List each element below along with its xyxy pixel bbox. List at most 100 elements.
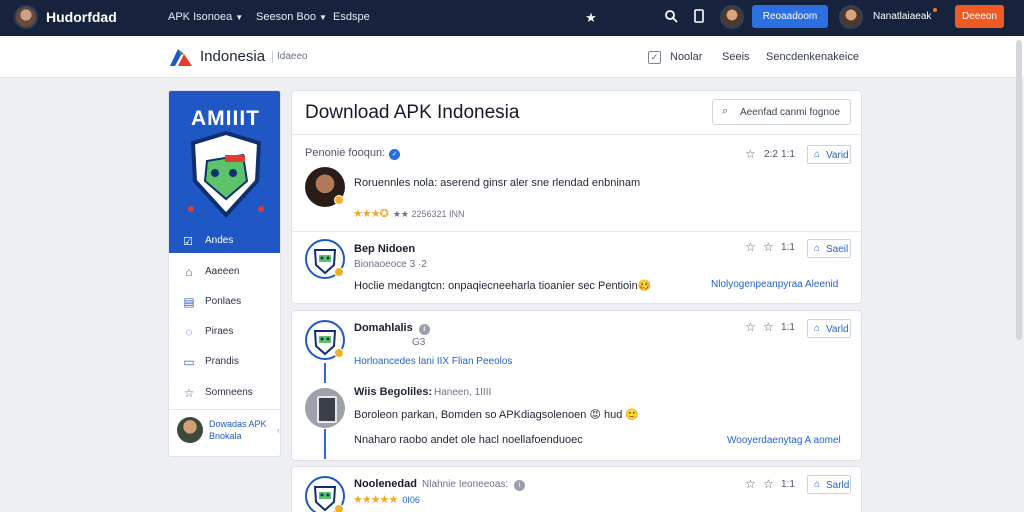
scrollbar[interactable] xyxy=(1016,40,1022,340)
post-subtitle: Bionaoeoce 3 ·2 xyxy=(354,259,427,270)
info-icon: i xyxy=(418,324,430,335)
section-label-text: Penonie fooqun: xyxy=(305,147,386,159)
action-button[interactable]: ⌂ Varld xyxy=(807,319,851,338)
like-count: 1:1 xyxy=(781,242,795,253)
chevron-down-icon: ▼ xyxy=(318,13,327,22)
checkbox-icon[interactable]: ✓ xyxy=(648,51,661,64)
chevron-down-icon: ▼ xyxy=(235,13,244,22)
reply-author[interactable]: Wiis Begoliles: xyxy=(354,386,432,398)
sidebar-item-2[interactable]: ▤ Ponlaes xyxy=(169,289,280,315)
app-brand[interactable]: Hudorfdad xyxy=(46,9,117,25)
action-button[interactable]: ⌂ Saeil xyxy=(807,239,851,258)
primary-button[interactable]: Reoaadoom xyxy=(752,5,828,28)
star-outline-icon[interactable]: ☆ xyxy=(745,477,756,491)
search-placeholder: Aeenfad canmi fognoe xyxy=(740,107,841,118)
sidebar-user-avatar[interactable] xyxy=(177,417,203,443)
menu-season[interactable]: Seeson Boo ▼ xyxy=(256,11,327,23)
account-avatar[interactable] xyxy=(839,5,863,29)
site-title[interactable]: Indonesia xyxy=(200,48,265,65)
rating-stars: ★★★★★ 0I06 xyxy=(353,493,420,506)
sidebar-item-1[interactable]: ⌂ Aaeeen xyxy=(169,259,280,285)
star-outline-icon[interactable]: ☆ xyxy=(745,320,756,334)
search-input[interactable]: ⌕ Aeenfad canmi fognoe xyxy=(712,99,851,125)
menu-apk-label: APK Isonoea xyxy=(168,11,233,23)
like-count: 1:1 xyxy=(781,479,795,490)
star-outline-icon[interactable]: ☆ xyxy=(745,147,756,161)
site-header: Indonesia Idaeeo ✓ Noolar Seeis Sencdenk… xyxy=(0,36,1024,78)
pin-icon: ⌂ xyxy=(814,149,821,160)
sidebar-item-3[interactable]: ◌ Piraes xyxy=(169,319,280,345)
sidebar-item-label: Prandis xyxy=(205,356,239,367)
sidebar-item-5[interactable]: ☆ Somneens xyxy=(169,380,280,406)
search-icon[interactable] xyxy=(662,9,680,27)
site-tagline: Idaeeo xyxy=(272,51,308,63)
bookmark-icon[interactable] xyxy=(690,9,708,27)
sidebar-item-4[interactable]: ▭ Prandis xyxy=(169,349,280,375)
thread-line xyxy=(324,429,326,459)
badge-icon xyxy=(334,348,344,358)
sidebar: AMIIIT ☑ Andes ⌂ Aaeeen ▤ Ponlaes ◌ Pira… xyxy=(168,90,281,457)
badge-icon xyxy=(334,267,344,277)
action-label: Varld xyxy=(826,324,849,335)
action-button[interactable]: ⌂ Sarld xyxy=(807,475,851,494)
star-icon[interactable]: ★ xyxy=(582,9,600,27)
post-link[interactable]: Wooyerdaenytag A aomel xyxy=(727,435,841,446)
post-subtitle: G3 xyxy=(412,337,426,348)
post-link[interactable]: Nlolyogenpeanpyraa Aleenid xyxy=(711,279,838,290)
post-card: Noolenedad Nlahnie Ieoneeoas: i ★★★★★ 0I06… xyxy=(291,466,862,512)
sidebar-item-label: Somneens xyxy=(205,387,253,398)
pin-icon: ⌂ xyxy=(814,243,821,254)
nav-link-1[interactable]: Noolar xyxy=(670,51,702,63)
post-author-name: Domahlalis xyxy=(354,322,413,334)
sidebar-user-name[interactable]: Dowadas APK Bnokala xyxy=(209,418,279,442)
top-navigation-bar: Hudorfdad APK Isonoea ▼ Seeson Boo ▼ Esdsp… xyxy=(0,0,1024,36)
document-icon: ▤ xyxy=(183,295,195,309)
reply-time: Haneen, 1IIII xyxy=(434,387,492,398)
star-outline-icon[interactable]: ☆ xyxy=(763,320,774,334)
like-count: 1:1 xyxy=(781,322,795,333)
home-icon: ⌂ xyxy=(185,265,193,279)
account-name[interactable]: Nanatlaiaeak xyxy=(873,11,931,22)
pin-icon: ⌂ xyxy=(814,323,821,334)
divider xyxy=(292,231,861,232)
reply-avatar[interactable] xyxy=(305,388,345,428)
nav-link-3[interactable]: Sencdenkenakeice xyxy=(766,51,859,63)
post-link[interactable]: Horloancedes lani IIX Flian Peeolos xyxy=(354,356,512,367)
star-outline-icon[interactable]: ☆ xyxy=(745,240,756,254)
action-button[interactable]: ⌂ Varid xyxy=(807,145,851,164)
star-outline-icon[interactable]: ☆ xyxy=(763,477,774,491)
post-author[interactable]: Noolenedad xyxy=(354,478,417,490)
user-avatar[interactable] xyxy=(720,5,744,29)
badge-icon xyxy=(334,195,344,205)
nav-link-2[interactable]: Seeis xyxy=(722,51,750,63)
verified-icon: ✓ xyxy=(389,149,401,160)
rating-stars-text: ★★★✪ xyxy=(353,208,389,220)
post-author[interactable]: Bep Nidoen xyxy=(354,243,415,255)
badge-icon xyxy=(334,504,344,512)
rating-meta: ★★ 2256321 INN xyxy=(392,209,465,219)
divider xyxy=(169,409,280,410)
post-text: Hoclie medangtcn: onpaqiecneeharla tioan… xyxy=(354,280,652,292)
signup-button[interactable]: Deeeon xyxy=(955,5,1004,28)
thread-line xyxy=(324,363,326,383)
rating-meta: 0I06 xyxy=(402,495,420,505)
profile-avatar[interactable] xyxy=(14,5,38,29)
mascot-icon xyxy=(188,130,264,218)
notification-dot xyxy=(933,8,937,12)
post-author[interactable]: Domahlalis i xyxy=(354,322,430,335)
menu-apk[interactable]: APK Isonoea ▼ xyxy=(168,11,243,23)
hero-title: AMIIIT xyxy=(191,107,260,130)
menu-extra-label: Esdspe xyxy=(333,11,370,23)
sidebar-item-active[interactable]: ☑ Andes xyxy=(169,229,280,253)
post-subtitle-text: Nlahnie Ieoneeoas: xyxy=(422,479,509,490)
post-subtitle: Nlahnie Ieoneeoas: i xyxy=(422,479,526,491)
logo-icon[interactable] xyxy=(168,46,194,68)
sidebar-item-label: Piraes xyxy=(205,326,234,337)
reply-text: Boroleon parkan, Bomden so APKdiagsoleno… xyxy=(354,409,640,421)
action-label: Varid xyxy=(826,150,849,161)
menu-extra[interactable]: Esdspe xyxy=(333,11,370,23)
star-outline-icon[interactable]: ☆ xyxy=(763,240,774,254)
search-icon: ⌕ xyxy=(722,105,729,117)
chevron-left-icon[interactable]: ‹ xyxy=(277,425,280,435)
sidebar-item-label: Ponlaes xyxy=(205,296,242,307)
